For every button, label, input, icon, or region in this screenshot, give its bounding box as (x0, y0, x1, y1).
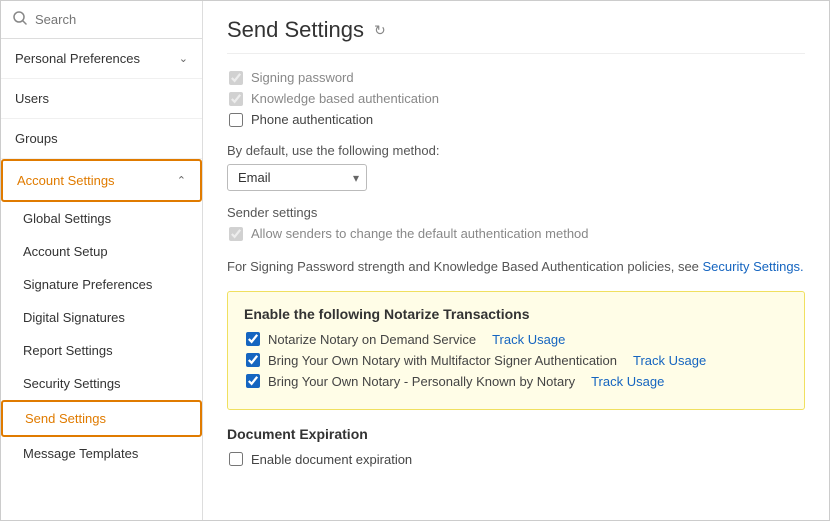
enable-doc-expiry-row: Enable document expiration (227, 452, 805, 467)
notarize-label-1: Bring Your Own Notary with Multifactor S… (268, 353, 617, 368)
sidebar-item-account-settings[interactable]: Account Settings ⌃ (1, 159, 202, 202)
phone-auth-row: Phone authentication (227, 112, 805, 127)
sidebar-sub-label: Message Templates (23, 446, 138, 461)
sidebar-item-label: Groups (15, 131, 58, 146)
main-content: Send Settings ↻ Signing password Knowled… (203, 1, 829, 520)
notarize-checkbox-1[interactable] (246, 353, 260, 367)
sender-settings-section: Sender settings Allow senders to change … (227, 205, 805, 241)
sidebar-sub-label: Security Settings (23, 376, 121, 391)
notarize-box: Enable the following Notarize Transactio… (227, 291, 805, 410)
sidebar-item-label: Personal Preferences (15, 51, 140, 66)
page-title-row: Send Settings ↻ (227, 17, 805, 54)
phone-auth-label: Phone authentication (251, 112, 373, 127)
sidebar-item-label: Users (15, 91, 49, 106)
signing-password-row: Signing password (227, 70, 805, 85)
sidebar-sub-item-account-setup[interactable]: Account Setup (1, 235, 202, 268)
notarize-checkbox-2[interactable] (246, 374, 260, 388)
track-usage-link-0[interactable]: Track Usage (492, 332, 565, 347)
sidebar-sub-item-report-settings[interactable]: Report Settings (1, 334, 202, 367)
info-text-content: For Signing Password strength and Knowle… (227, 259, 703, 274)
sidebar: Personal Preferences ⌄ Users Groups Acco… (1, 1, 203, 520)
allow-change-row: Allow senders to change the default auth… (227, 226, 805, 241)
info-text: For Signing Password strength and Knowle… (227, 257, 805, 277)
notarize-box-title: Enable the following Notarize Transactio… (244, 306, 788, 322)
default-method-select[interactable]: Email SMS Phone (227, 164, 367, 191)
track-usage-link-2[interactable]: Track Usage (591, 374, 664, 389)
sidebar-sub-label: Send Settings (25, 411, 106, 426)
sidebar-sub-item-security-settings[interactable]: Security Settings (1, 367, 202, 400)
allow-change-label: Allow senders to change the default auth… (251, 226, 589, 241)
notarize-label-2: Bring Your Own Notary - Personally Known… (268, 374, 575, 389)
notarize-checkbox-0[interactable] (246, 332, 260, 346)
sidebar-sub-item-global-settings[interactable]: Global Settings (1, 202, 202, 235)
page-title: Send Settings (227, 17, 364, 43)
sidebar-sub-label: Digital Signatures (23, 310, 125, 325)
allow-change-checkbox[interactable] (229, 227, 243, 241)
default-method-label: By default, use the following method: (227, 143, 805, 158)
track-usage-link-1[interactable]: Track Usage (633, 353, 706, 368)
sidebar-sub-item-digital-signatures[interactable]: Digital Signatures (1, 301, 202, 334)
enable-doc-expiry-checkbox[interactable] (229, 452, 243, 466)
sidebar-item-groups[interactable]: Groups (1, 119, 202, 159)
sidebar-item-label: Account Settings (17, 173, 115, 188)
search-box[interactable] (1, 1, 202, 39)
sidebar-sub-item-send-settings[interactable]: Send Settings (1, 400, 202, 437)
sidebar-sub-label: Account Setup (23, 244, 108, 259)
default-method-section: By default, use the following method: Em… (227, 143, 805, 191)
enable-doc-expiry-label: Enable document expiration (251, 452, 412, 467)
security-settings-link[interactable]: Security Settings. (703, 259, 804, 274)
knowledge-based-row: Knowledge based authentication (227, 91, 805, 106)
sidebar-item-users[interactable]: Users (1, 79, 202, 119)
sidebar-sub-item-signature-preferences[interactable]: Signature Preferences (1, 268, 202, 301)
search-input[interactable] (35, 12, 190, 27)
notarize-item-1: Bring Your Own Notary with Multifactor S… (244, 353, 788, 368)
knowledge-based-checkbox[interactable] (229, 92, 243, 106)
doc-expiry-title: Document Expiration (227, 426, 805, 442)
signing-password-label: Signing password (251, 70, 354, 85)
auth-options-section: Signing password Knowledge based authent… (227, 70, 805, 127)
chevron-down-icon: ⌄ (179, 52, 188, 65)
sidebar-sub-label: Report Settings (23, 343, 113, 358)
notarize-label-0: Notarize Notary on Demand Service (268, 332, 476, 347)
app-window: Personal Preferences ⌄ Users Groups Acco… (0, 0, 830, 521)
sidebar-item-personal-preferences[interactable]: Personal Preferences ⌄ (1, 39, 202, 79)
search-icon (13, 11, 27, 28)
sender-settings-label: Sender settings (227, 205, 805, 220)
default-method-select-wrapper: Email SMS Phone (227, 164, 367, 191)
sidebar-sub-item-message-templates[interactable]: Message Templates (1, 437, 202, 470)
signing-password-checkbox[interactable] (229, 71, 243, 85)
phone-auth-checkbox[interactable] (229, 113, 243, 127)
sidebar-sub-label: Global Settings (23, 211, 111, 226)
notarize-item-0: Notarize Notary on Demand Service Track … (244, 332, 788, 347)
notarize-item-2: Bring Your Own Notary - Personally Known… (244, 374, 788, 389)
knowledge-based-label: Knowledge based authentication (251, 91, 439, 106)
chevron-up-icon: ⌃ (177, 174, 186, 187)
refresh-icon[interactable]: ↻ (374, 22, 386, 39)
doc-expiry-section: Document Expiration Enable document expi… (227, 426, 805, 467)
sidebar-sub-label: Signature Preferences (23, 277, 152, 292)
